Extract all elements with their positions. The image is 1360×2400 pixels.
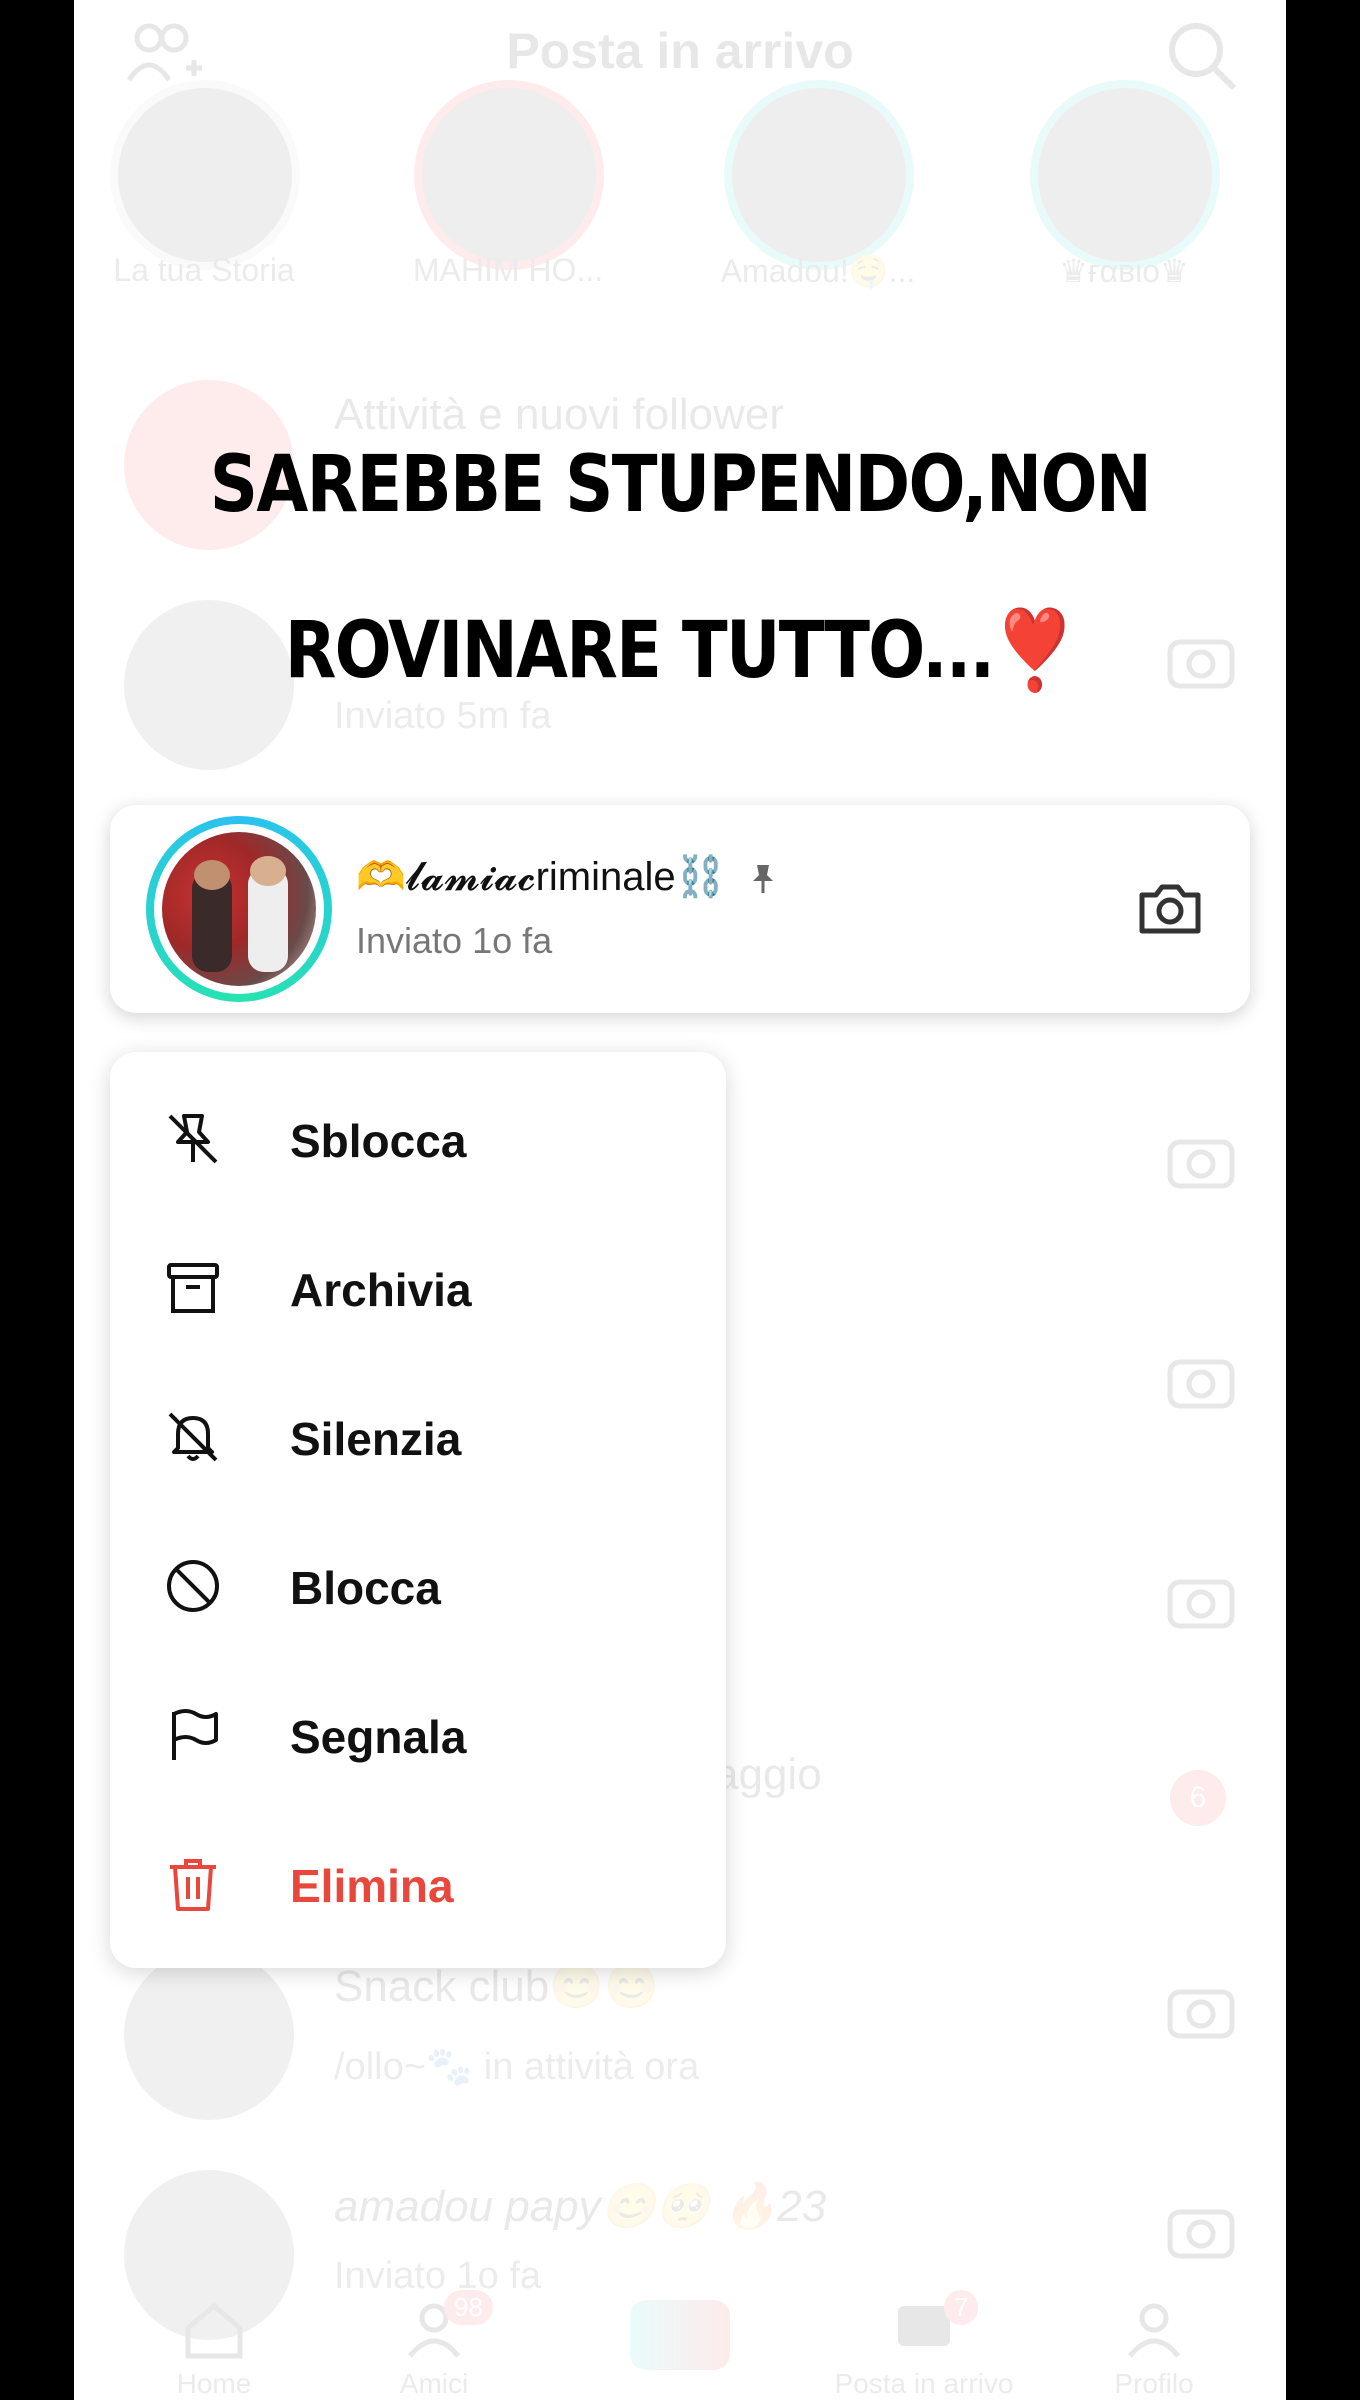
app-screen: Posta in arrivo La tua Storia MAHIM HO..… (74, 0, 1286, 2400)
pinned-chat-row[interactable]: 🫶𝓵𝓪𝓶𝓲𝓪𝓬riminale⛓️ Inviato 1o fa (110, 805, 1250, 1013)
tab-friends[interactable]: 98 Amici (334, 2290, 534, 2400)
story-avatar (414, 80, 604, 270)
story-ring (146, 816, 332, 1002)
menu-label: Segnala (290, 1711, 467, 1763)
tab-label: Home (176, 2368, 252, 2399)
avatar (162, 832, 316, 986)
menu-item-delete[interactable]: Elimina (110, 1827, 726, 1937)
tab-label: Posta in arrivo (834, 2368, 1014, 2399)
story-name: La tua Storia (113, 252, 295, 288)
context-menu: Sblocca Archivia Silenzia Blocca Segnala… (110, 1052, 726, 1968)
camera-icon[interactable] (1166, 1130, 1236, 1190)
story-name: ♛ғαвιо♛ (1059, 253, 1189, 289)
camera-icon[interactable] (1166, 1570, 1236, 1630)
home-icon (185, 2302, 243, 2359)
avatar (124, 1950, 294, 2120)
row-subtitle: Inviato 5m fa (334, 695, 552, 737)
story-item[interactable]: La tua Storia (74, 80, 334, 300)
chat-name-text: 🫶𝓵𝓪𝓶𝓲𝓪𝓬riminale⛓️ (356, 855, 726, 899)
profile-icon (1128, 2303, 1180, 2358)
tab-home[interactable]: Home (114, 2290, 314, 2400)
menu-label: Sblocca (290, 1115, 467, 1167)
tab-profile[interactable]: Profilo (1054, 2290, 1254, 2400)
story-avatar (724, 80, 914, 270)
list-item[interactable]: Snack club😊😊 /ollo~🐾 in attività ora (74, 1950, 1286, 2120)
bell-off-icon (168, 1412, 218, 1462)
inbox-badge: 7 (944, 2290, 979, 2325)
story-name: MAHIM HO... (412, 252, 604, 288)
row-title: Attività e nuovi follower (334, 390, 784, 439)
row-title: aggio (714, 1750, 822, 1799)
plus-icon (630, 2300, 730, 2370)
archive-icon (167, 1263, 219, 1313)
menu-label: Silenzia (290, 1413, 462, 1465)
story-name: Amadou!🤤... (720, 253, 916, 289)
menu-item-mute[interactable]: Silenzia (110, 1380, 726, 1490)
pin-icon (752, 865, 773, 894)
friends-badge: 98 (444, 2290, 493, 2325)
story-avatar (110, 80, 300, 270)
tab-bar: Home 98 Amici 7 Posta in arrivo Profilo (74, 2290, 1286, 2400)
caption-line-2: ROVINARE TUTTO...❣️ (284, 606, 1077, 696)
camera-icon[interactable] (1166, 1980, 1236, 2040)
chat-name: 🫶𝓵𝓪𝓶𝓲𝓪𝓬riminale⛓️ (356, 853, 781, 900)
unpin-icon (168, 1114, 218, 1164)
menu-label: Blocca (290, 1562, 441, 1614)
camera-icon[interactable] (1136, 877, 1204, 937)
menu-label: Archivia (290, 1264, 472, 1316)
menu-item-block[interactable]: Blocca (110, 1529, 726, 1639)
menu-item-report[interactable]: Segnala (110, 1678, 726, 1788)
menu-item-unpin[interactable]: Sblocca (110, 1082, 726, 1192)
story-item[interactable]: MAHIM HO... (378, 80, 638, 300)
story-item[interactable]: Amadou!🤤... (688, 80, 948, 300)
camera-icon[interactable] (1166, 2200, 1236, 2260)
menu-label: Elimina (290, 1860, 454, 1912)
tab-inbox[interactable]: 7 Posta in arrivo (824, 2290, 1024, 2400)
tab-label: Profilo (1114, 2368, 1194, 2399)
row-title: amadou papy😊🥺 🔥23 (334, 2182, 827, 2231)
menu-item-archive[interactable]: Archivia (110, 1231, 726, 1341)
camera-icon[interactable] (1166, 1350, 1236, 1410)
create-button[interactable] (580, 2290, 780, 2400)
flag-icon (172, 1709, 218, 1760)
caption-line-1: SAREBBE STUPENDO,NON (209, 440, 1152, 530)
search-icon[interactable] (1164, 18, 1238, 92)
block-icon (167, 1560, 219, 1612)
page-title: Posta in arrivo (506, 23, 854, 79)
row-subtitle: /ollo~🐾 in attività ora (334, 2046, 700, 2088)
trash-icon (170, 1859, 216, 1911)
chat-subtitle: Inviato 1o fa (356, 920, 553, 961)
tab-label: Amici (399, 2368, 469, 2399)
story-avatar (1030, 80, 1220, 270)
story-item[interactable]: ♛ғαвιо♛ (994, 80, 1254, 300)
unread-badge: 6 (1170, 1770, 1226, 1826)
